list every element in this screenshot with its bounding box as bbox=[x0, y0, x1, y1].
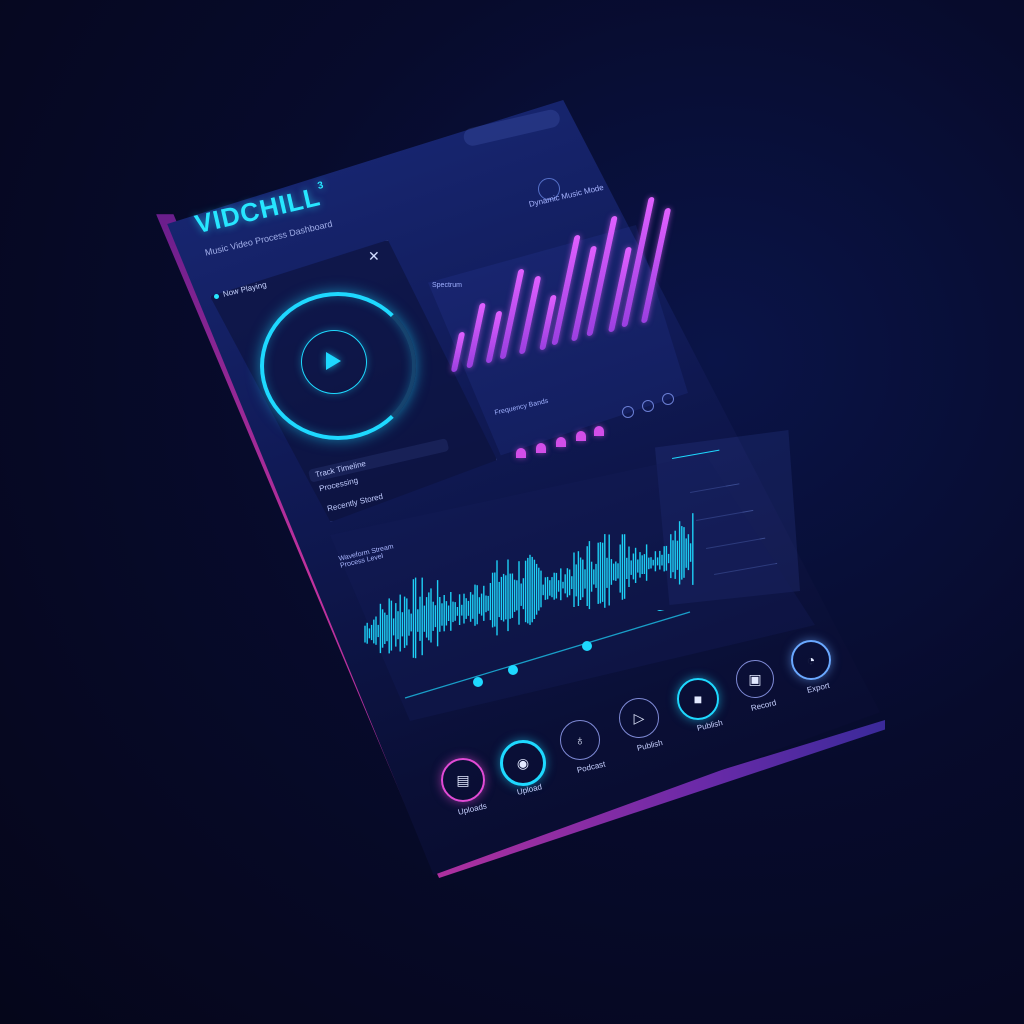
spectrum-label: Spectrum bbox=[432, 282, 462, 289]
record-button[interactable]: ▣ bbox=[736, 660, 774, 698]
export-button[interactable]: ◔ bbox=[791, 640, 831, 680]
timeline-graphic[interactable] bbox=[380, 610, 700, 710]
screen-icon: ▣ bbox=[748, 670, 762, 687]
scene: VIDCHILL3 Music Video Process Dashboard … bbox=[0, 0, 1024, 1024]
control-label: Publish bbox=[696, 718, 724, 733]
brand-sup: 3 bbox=[316, 179, 326, 192]
peak-marker bbox=[556, 437, 566, 447]
timer-icon: ◔ bbox=[806, 652, 816, 668]
control-label: Podcast bbox=[576, 759, 607, 775]
peak-marker bbox=[594, 426, 604, 436]
publish-stop-button[interactable]: ■ bbox=[677, 678, 719, 720]
spectrum-control-button[interactable] bbox=[662, 393, 674, 405]
peak-marker bbox=[536, 443, 546, 453]
play-icon[interactable] bbox=[326, 352, 341, 370]
play-icon: ▷ bbox=[633, 709, 645, 726]
control-label: Record bbox=[750, 698, 778, 713]
peak-marker bbox=[576, 431, 586, 441]
status-dot-icon bbox=[214, 294, 219, 299]
close-icon[interactable]: ✕ bbox=[368, 248, 380, 265]
stop-icon: ■ bbox=[693, 691, 703, 707]
control-label: Uploads bbox=[457, 801, 488, 817]
publish-button[interactable]: ▷ bbox=[619, 698, 659, 738]
dashboard-screen: VIDCHILL3 Music Video Process Dashboard … bbox=[0, 0, 1024, 1024]
control-label: Export bbox=[806, 680, 831, 695]
lock-icon: ◉ bbox=[516, 754, 530, 771]
podcast-button[interactable]: ♁ bbox=[560, 720, 600, 760]
peak-marker bbox=[516, 448, 526, 458]
document-icon: ▤ bbox=[456, 771, 470, 788]
control-label: Publish bbox=[636, 738, 664, 753]
bell-icon: ♁ bbox=[574, 732, 586, 748]
upload-button[interactable]: ◉ bbox=[500, 740, 546, 786]
spectrum-control-button[interactable] bbox=[622, 406, 634, 418]
search-bar[interactable] bbox=[462, 107, 562, 148]
spectrum-control-button[interactable] bbox=[642, 400, 654, 412]
uploads-button[interactable]: ▤ bbox=[441, 758, 485, 802]
